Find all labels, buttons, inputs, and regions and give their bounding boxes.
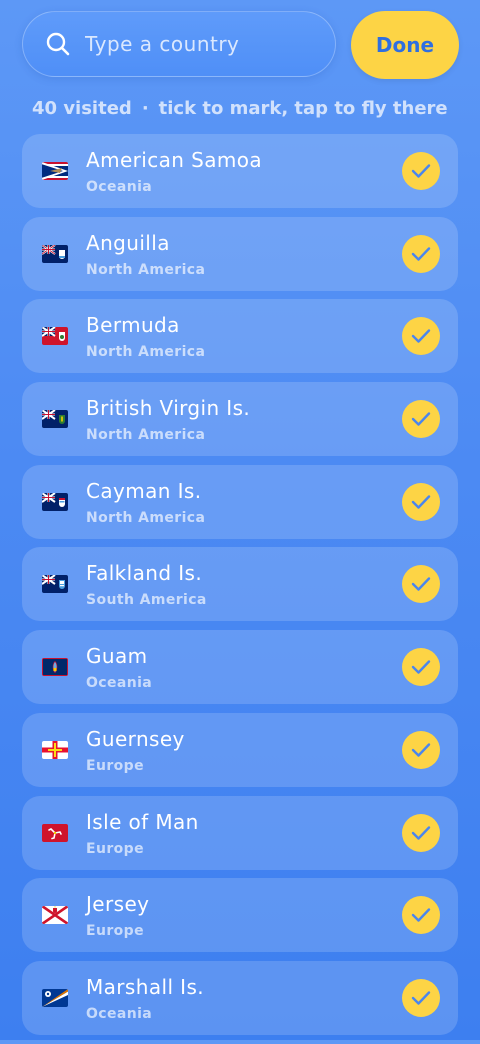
flag-marshall-islands-icon [42,988,68,1007]
checkmark-icon [411,163,431,179]
checkmark-icon [411,246,431,262]
country-region: Oceania [86,675,153,692]
country-name: British Virgin Is. [86,396,251,421]
country-region: Europe [86,923,144,940]
visited-checkbox[interactable] [402,978,440,1017]
country-region: Oceania [86,179,153,195]
visited-checkbox[interactable] [402,730,440,769]
flag-isle-of-man-icon [42,823,68,842]
visited-checkbox[interactable] [402,317,440,356]
country-name: Marshall Is. [86,974,205,999]
country-region: North America [86,427,206,444]
search-box[interactable] [22,11,336,77]
country-region: North America [86,344,206,361]
flag-bermuda-icon [42,327,68,346]
country-region: North America [86,261,206,278]
country-row[interactable]: Guam Oceania [22,630,458,705]
visited-checkbox[interactable] [402,482,440,521]
country-name: Guernsey [86,726,185,751]
country-row[interactable]: Guernsey Europe [22,712,458,787]
checkmark-icon [411,328,431,344]
country-name: Isle of Man [86,809,199,834]
visited-checkbox[interactable] [402,152,440,190]
flag-british-virgin-islands-icon [42,410,68,429]
country-region: Europe [86,757,144,774]
country-region: South America [86,592,207,609]
country-name: American Samoa [86,148,263,172]
visited-checkbox[interactable] [402,896,440,935]
checkmark-icon [411,411,431,427]
country-region: Oceania [86,1005,153,1022]
flag-american-samoa-icon [42,162,68,180]
country-row[interactable]: British Virgin Is. North America [22,382,458,457]
summary-hint: tick to mark, tap to fly there [158,98,448,119]
country-name: Guam [86,644,148,669]
flag-cayman-islands-icon [42,492,68,511]
country-region: North America [86,509,206,526]
flag-guernsey-icon [42,740,68,759]
visited-checkbox[interactable] [402,400,440,439]
country-row[interactable]: Anguilla North America [22,216,458,291]
country-list: American Samoa Oceania Anguilla North Ameri… [22,134,458,1044]
country-name: Jersey [86,892,150,917]
country-row[interactable]: Bermuda North America [22,299,458,374]
checkmark-icon [411,990,431,1006]
country-name: Cayman Is. [86,478,202,503]
country-row[interactable]: Marshall Is. Oceania [22,960,458,1035]
checkmark-icon [411,825,431,841]
checkmark-icon [411,576,431,592]
country-name: Anguilla [86,230,170,255]
summary-separator: · [141,98,149,119]
visited-checkbox[interactable] [402,648,440,687]
visited-checkbox[interactable] [402,234,440,273]
country-row[interactable]: Falkland Is. South America [22,547,458,622]
search-input[interactable] [85,32,305,56]
country-name: Bermuda [86,313,180,338]
visited-count: 40 visited [32,98,132,119]
country-row[interactable]: Isle of Man Europe [22,795,458,870]
flag-guam-icon [42,658,68,677]
checkmark-icon [411,907,431,923]
visited-summary: 40 visited · tick to mark, tap to fly ther… [32,98,448,119]
checkmark-icon [411,494,431,510]
flag-anguilla-icon [42,244,68,263]
checkmark-icon [411,742,431,758]
visited-checkbox[interactable] [402,813,440,852]
checkmark-icon [411,659,431,675]
flag-falkland-islands-icon [42,575,68,594]
country-row[interactable]: American Samoa Oceania [22,134,458,208]
done-button[interactable]: Done [351,11,459,79]
country-row[interactable]: Cayman Is. North America [22,464,458,539]
visited-checkbox[interactable] [402,565,440,604]
flag-jersey-icon [42,906,68,925]
country-name: Falkland Is. [86,561,203,586]
country-region: Europe [86,840,144,857]
country-row[interactable]: Jersey Europe [22,878,458,953]
search-icon [45,31,71,57]
top-bar: Done [22,11,459,79]
